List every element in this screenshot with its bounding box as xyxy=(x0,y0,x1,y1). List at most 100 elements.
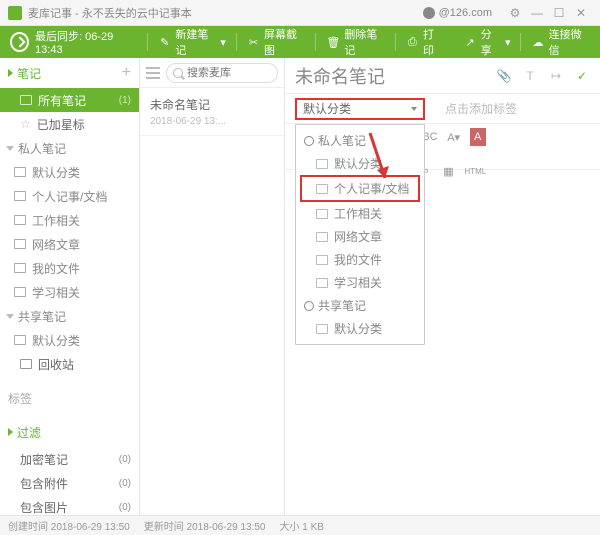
filter-attachments[interactable]: 包含附件(0) xyxy=(0,471,139,495)
folder-icon xyxy=(14,263,26,273)
modified-time: 更新时间 2018-06-29 13:50 xyxy=(144,518,266,533)
print-button[interactable]: ⎙ 打印 xyxy=(396,26,454,58)
annotation-arrow xyxy=(365,128,405,188)
dropdown-item[interactable]: 学习相关 xyxy=(296,271,424,294)
filter-encrypted[interactable]: 加密笔记(0) xyxy=(0,447,139,471)
window-title: 麦库记事 - 永不丢失的云中记事本 xyxy=(28,5,423,21)
users-icon xyxy=(304,301,314,311)
folder-icon xyxy=(14,167,26,177)
dropdown-item[interactable]: 我的文件 xyxy=(296,248,424,271)
expand-icon xyxy=(8,428,13,436)
note-list: 未命名笔记 2018-06-29 13:... xyxy=(140,58,285,515)
settings-button[interactable]: ⚙ xyxy=(504,5,526,21)
pencil-icon: ✎ xyxy=(158,35,171,49)
new-note-button[interactable]: ✎ 新建笔记 ▾ xyxy=(148,26,236,58)
filter-images[interactable]: 包含图片(0) xyxy=(0,495,139,515)
folder-icon xyxy=(14,215,26,225)
sidebar-item-files[interactable]: 我的文件 xyxy=(0,256,139,280)
sidebar: 笔记 + 所有笔记 (1) ☆ 已加星标 私人笔记 默认分类 个人记事/文档 工… xyxy=(0,58,140,515)
search-icon xyxy=(173,68,183,78)
note-date: 2018-06-29 13:... xyxy=(150,116,274,127)
sidebar-item-private[interactable]: 私人笔记 xyxy=(0,136,139,160)
dropdown-group-shared: 共享笔记 xyxy=(296,294,424,317)
folder-icon xyxy=(20,359,32,369)
star-icon: ☆ xyxy=(20,117,31,131)
sidebar-item-trash[interactable]: 回收站 xyxy=(0,352,139,376)
status-bar: 创建时间 2018-06-29 13:50 更新时间 2018-06-29 13… xyxy=(0,515,600,535)
folder-icon xyxy=(316,255,328,265)
text-icon[interactable]: T xyxy=(522,68,538,84)
print-icon: ⎙ xyxy=(406,35,419,49)
editor-pane: 未命名笔记 📎 T ↦ ✓ 默认分类 点击添加标签 ↶ ↷ B I U ABC … xyxy=(285,58,600,515)
add-folder-button[interactable]: + xyxy=(122,64,131,82)
share-icon: ↗ xyxy=(464,35,477,49)
maximize-button[interactable]: ☐ xyxy=(548,5,570,21)
sidebar-item-shared[interactable]: 共享笔记 xyxy=(0,304,139,328)
sidebar-item-shared-default[interactable]: 默认分类 xyxy=(0,328,139,352)
chevron-down-icon xyxy=(411,107,417,111)
sync-icon xyxy=(10,32,29,52)
sidebar-notes-header[interactable]: 笔记 + xyxy=(0,58,139,88)
export-icon[interactable]: ↦ xyxy=(548,68,564,84)
close-button[interactable]: ✕ xyxy=(570,5,592,21)
folder-icon xyxy=(316,278,328,288)
table-button[interactable]: ▦ xyxy=(440,162,456,180)
expand-icon xyxy=(8,69,13,77)
dropdown-item[interactable]: 默认分类 xyxy=(296,317,424,340)
folder-icon xyxy=(316,232,328,242)
share-button[interactable]: ↗ 分享 ▾ xyxy=(454,26,521,58)
delete-button[interactable]: 🗑 删除笔记 xyxy=(316,26,395,58)
sidebar-item-web[interactable]: 网络文章 xyxy=(0,232,139,256)
sidebar-item-all-notes[interactable]: 所有笔记 (1) xyxy=(0,88,139,112)
sidebar-item-personal[interactable]: 个人记事/文档 xyxy=(0,184,139,208)
wechat-button[interactable]: ☁ 连接微信 xyxy=(521,26,600,58)
minimize-button[interactable]: — xyxy=(526,5,548,21)
app-icon xyxy=(8,6,22,20)
category-select[interactable]: 默认分类 xyxy=(295,98,425,120)
folder-icon xyxy=(316,209,328,219)
user-icon xyxy=(423,7,435,19)
html-button[interactable]: HTML xyxy=(464,162,486,180)
sidebar-filter-header[interactable]: 过滤 xyxy=(0,417,139,447)
user-icon xyxy=(304,136,314,146)
search-box[interactable] xyxy=(166,63,278,83)
note-title-input[interactable]: 未命名笔记 xyxy=(295,63,486,89)
sidebar-item-default[interactable]: 默认分类 xyxy=(0,160,139,184)
screenshot-button[interactable]: ✂ 屏幕截图 xyxy=(237,26,316,58)
note-list-item[interactable]: 未命名笔记 2018-06-29 13:... xyxy=(140,88,284,136)
search-input[interactable] xyxy=(187,67,267,79)
save-icon[interactable]: ✓ xyxy=(574,68,590,84)
folder-icon xyxy=(316,324,328,334)
created-time: 创建时间 2018-06-29 13:50 xyxy=(8,518,130,533)
sync-label: 最后同步: 06-29 13:43 xyxy=(35,28,137,56)
dropdown-item[interactable]: 网络文章 xyxy=(296,225,424,248)
bgcolor-button[interactable]: A xyxy=(470,128,486,146)
color-button[interactable]: A▾ xyxy=(446,128,462,146)
folder-icon xyxy=(316,184,328,194)
chevron-down-icon xyxy=(6,146,14,151)
dropdown-item[interactable]: 工作相关 xyxy=(296,202,424,225)
folder-icon xyxy=(14,335,26,345)
trash-icon: 🗑 xyxy=(326,35,340,49)
chevron-down-icon xyxy=(6,314,14,319)
note-title: 未命名笔记 xyxy=(150,96,274,113)
user-email: @126.com xyxy=(439,7,492,19)
folder-icon xyxy=(20,95,32,105)
user-info[interactable]: @126.com xyxy=(423,7,492,19)
sidebar-item-work[interactable]: 工作相关 xyxy=(0,208,139,232)
folder-icon xyxy=(316,159,328,169)
category-dropdown: 私人笔记 默认分类 个人记事/文档 工作相关 网络文章 我的文件 学习相关 共享… xyxy=(295,124,425,345)
wechat-icon: ☁ xyxy=(531,35,544,49)
sidebar-item-study[interactable]: 学习相关 xyxy=(0,280,139,304)
sidebar-tags-header[interactable]: 标签 xyxy=(0,386,139,411)
folder-icon xyxy=(14,191,26,201)
sync-status[interactable]: 最后同步: 06-29 13:43 xyxy=(0,28,147,56)
sidebar-item-starred[interactable]: ☆ 已加星标 xyxy=(0,112,139,136)
attachment-icon[interactable]: 📎 xyxy=(496,68,512,84)
list-view-icon[interactable] xyxy=(146,67,160,79)
tags-input[interactable]: 点击添加标签 xyxy=(445,100,517,117)
scissors-icon: ✂ xyxy=(247,35,260,49)
folder-icon xyxy=(14,287,26,297)
file-size: 大小 1 KB xyxy=(279,518,323,533)
folder-icon xyxy=(14,239,26,249)
